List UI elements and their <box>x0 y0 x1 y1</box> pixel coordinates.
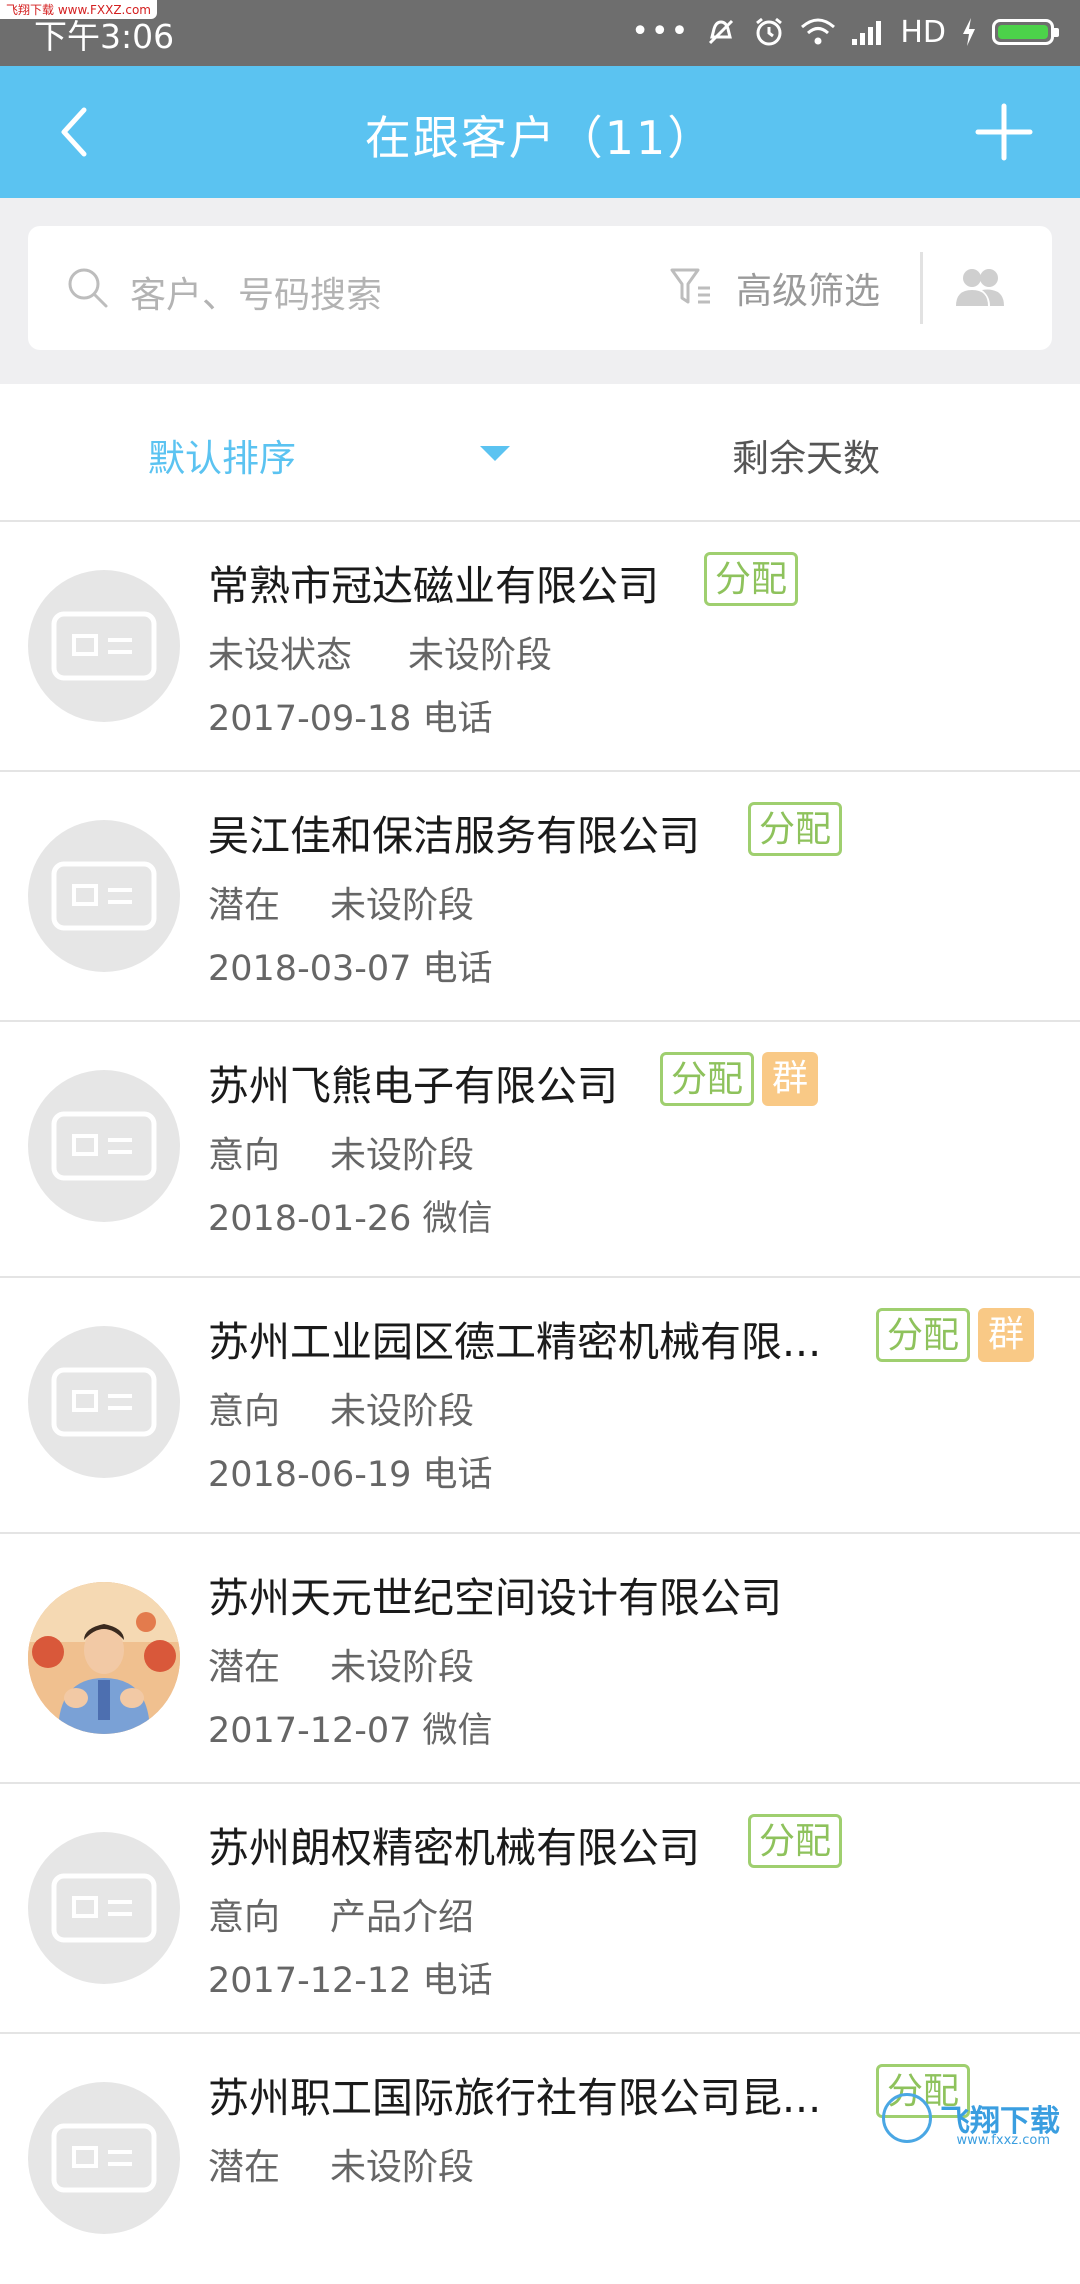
status-icons: ••• HD <box>631 12 1059 52</box>
contact-date: 2017-09-18 <box>208 699 412 739</box>
search-area: 客户、号码搜索 高级筛选 <box>0 198 1080 384</box>
business-card-icon <box>51 1873 157 1943</box>
caret-down-icon[interactable] <box>480 446 510 461</box>
customer-name: 苏州职工国际旅行社有限公司昆... <box>208 2074 822 2122</box>
more-notifications-icon: ••• <box>631 14 691 49</box>
contact-channel: 电话 <box>422 1961 493 2001</box>
signal-icon <box>852 21 882 45</box>
sort-remaining-days-tab[interactable]: 剩余天数 <box>732 428 880 482</box>
advanced-filter-button[interactable]: 高级筛选 <box>736 262 880 314</box>
customer-name: 常熟市冠达磁业有限公司 <box>208 562 659 610</box>
alarm-icon <box>756 17 783 46</box>
customer-name: 苏州天元世纪空间设计有限公司 <box>208 1574 782 1622</box>
business-card-icon <box>51 861 157 931</box>
customer-stage: 未设阶段 <box>330 885 475 926</box>
customer-list: 常熟市冠达磁业有限公司 分配 未设状态 未设阶段 2017-09-18 电话 吴… <box>0 522 1080 2284</box>
list-item[interactable]: 苏州飞熊电子有限公司 分配 群 意向 未设阶段 2018-01-26 微信 <box>0 1022 1080 1278</box>
watermark-logo-icon <box>882 2093 932 2143</box>
contacts-icon[interactable] <box>952 262 1008 312</box>
assign-badge: 分配 <box>704 552 799 606</box>
avatar <box>28 1326 180 1478</box>
group-badge: 群 <box>978 1308 1035 1362</box>
list-item[interactable]: 苏州朗权精密机械有限公司 分配 意向 产品介绍 2017-12-12 电话 <box>0 1784 1080 2034</box>
business-card-icon <box>51 1367 157 1437</box>
list-item[interactable]: 苏州工业园区德工精密机械有限... 分配 群 意向 未设阶段 2018-06-1… <box>0 1278 1080 1534</box>
customer-last-contact: 2018-06-19 电话 <box>208 1446 493 1497</box>
customer-stage: 未设阶段 <box>330 1647 475 1688</box>
search-placeholder: 客户、号码搜索 <box>130 275 383 316</box>
business-card-icon <box>51 2123 157 2193</box>
customer-stage: 产品介绍 <box>330 1897 475 1938</box>
customer-status: 意向 <box>208 1391 281 1432</box>
customer-last-contact: 2018-03-07 电话 <box>208 940 493 991</box>
customer-name: 吴江佳和保洁服务有限公司 <box>208 812 700 860</box>
avatar <box>28 1582 180 1734</box>
customer-status: 潜在 <box>208 885 281 926</box>
list-item[interactable]: 苏州天元世纪空间设计有限公司 潜在 未设阶段 2017-12-07 微信 <box>0 1534 1080 1784</box>
customer-stage: 未设阶段 <box>330 1391 475 1432</box>
list-item[interactable]: 常熟市冠达磁业有限公司 分配 未设状态 未设阶段 2017-09-18 电话 <box>0 522 1080 772</box>
customer-last-contact: 2017-12-07 微信 <box>208 1702 493 1753</box>
watermark-url: www.fxxz.com <box>956 2133 1050 2148</box>
customer-last-contact: 2018-01-26 微信 <box>208 1190 493 1241</box>
app-bar: 在跟客户（11） <box>0 66 1080 198</box>
network-type: HD <box>900 14 946 50</box>
customer-last-contact: 2017-12-12 电话 <box>208 1952 493 2003</box>
contact-date: 2018-01-26 <box>208 1199 412 1239</box>
customer-status: 意向 <box>208 1897 281 1938</box>
list-item[interactable]: 吴江佳和保洁服务有限公司 分配 潜在 未设阶段 2018-03-07 电话 <box>0 772 1080 1022</box>
contact-date: 2018-06-19 <box>208 1455 412 1495</box>
contact-channel: 微信 <box>422 1711 493 1751</box>
assign-badge: 分配 <box>660 1052 755 1106</box>
group-badge: 群 <box>762 1052 819 1106</box>
assign-badge: 分配 <box>876 1308 971 1362</box>
search-icon <box>68 268 108 308</box>
business-card-icon <box>51 611 157 681</box>
customer-last-contact: 2017-09-18 电话 <box>208 690 493 741</box>
contact-date: 2017-12-12 <box>208 1961 412 2001</box>
watermark-logo: 飞翔下载 www.fxxz.com <box>882 2090 1060 2148</box>
page-title: 在跟客户（11） <box>364 111 716 165</box>
customer-status: 潜在 <box>208 2147 281 2188</box>
contact-channel: 微信 <box>422 1199 493 1239</box>
sort-default-tab[interactable]: 默认排序 <box>148 428 296 482</box>
battery-icon <box>992 19 1059 45</box>
sort-bar: 默认排序 剩余天数 <box>0 384 1080 522</box>
customer-status: 未设状态 <box>208 635 353 676</box>
charging-icon <box>963 18 975 46</box>
wifi-icon <box>801 18 836 45</box>
customer-stage: 未设阶段 <box>330 2147 475 2188</box>
avatar <box>28 1832 180 1984</box>
customer-name: 苏州朗权精密机械有限公司 <box>208 1824 700 1872</box>
contact-channel: 电话 <box>422 699 493 739</box>
customer-status: 潜在 <box>208 1647 281 1688</box>
contact-channel: 电话 <box>422 949 493 989</box>
customer-stage: 未设阶段 <box>408 635 553 676</box>
avatar <box>28 1070 180 1222</box>
mute-icon <box>709 19 734 45</box>
customer-status: 意向 <box>208 1135 281 1176</box>
filter-icon[interactable] <box>668 264 714 310</box>
avatar <box>28 820 180 972</box>
business-card-icon <box>51 1111 157 1181</box>
status-bar: 飞翔下载 www.FXXZ.com 下午3:06 ••• HD <box>0 0 1080 66</box>
contact-date: 2017-12-07 <box>208 1711 412 1751</box>
contact-channel: 电话 <box>422 1455 493 1495</box>
assign-badge: 分配 <box>748 802 843 856</box>
customer-name: 苏州飞熊电子有限公司 <box>208 1062 618 1110</box>
status-time: 下午3:06 <box>34 17 175 56</box>
plus-icon[interactable] <box>968 96 1040 168</box>
search-input[interactable]: 客户、号码搜索 高级筛选 <box>28 226 1052 350</box>
profile-photo <box>28 1582 180 1734</box>
avatar <box>28 570 180 722</box>
contact-date: 2018-03-07 <box>208 949 412 989</box>
list-item[interactable]: 苏州职工国际旅行社有限公司昆... 分配 潜在 未设阶段 <box>0 2034 1080 2284</box>
customer-name: 苏州工业园区德工精密机械有限... <box>208 1318 822 1366</box>
assign-badge: 分配 <box>748 1814 843 1868</box>
customer-stage: 未设阶段 <box>330 1135 475 1176</box>
divider <box>920 252 923 324</box>
avatar <box>28 2082 180 2234</box>
